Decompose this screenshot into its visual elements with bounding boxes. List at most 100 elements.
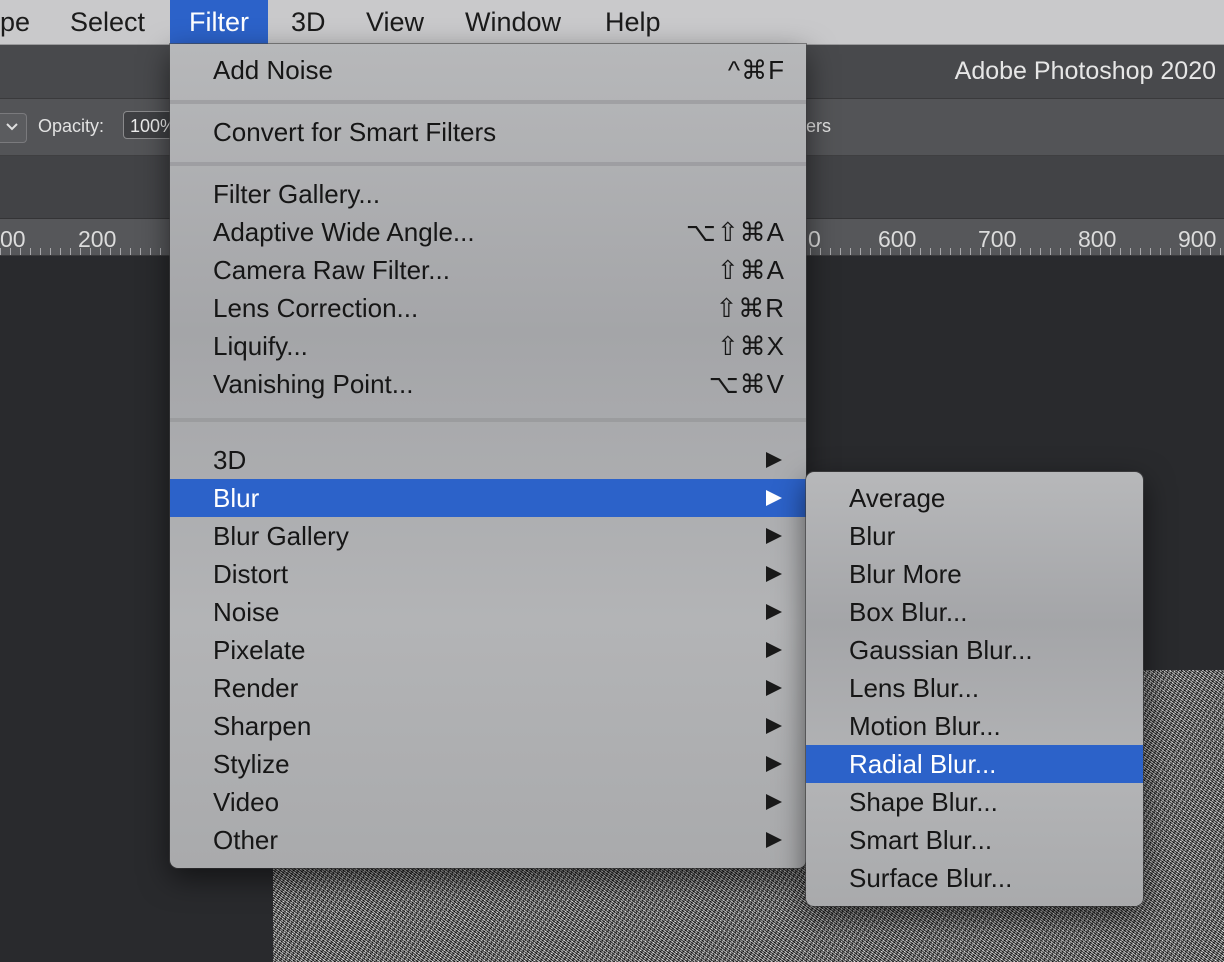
ruler-tick bbox=[150, 248, 151, 255]
blend-mode-dropdown[interactable] bbox=[0, 113, 27, 143]
menu-item-blur-gallery[interactable]: Blur Gallery bbox=[170, 517, 806, 555]
ruler-tick bbox=[1070, 248, 1071, 255]
submenu-item-motion-blur[interactable]: Motion Blur... bbox=[806, 707, 1143, 745]
ruler-tick bbox=[120, 248, 121, 255]
submenu-item-box-blur[interactable]: Box Blur... bbox=[806, 593, 1143, 631]
submenu-item-gaussian-blur[interactable]: Gaussian Blur... bbox=[806, 631, 1143, 669]
menu-item-camera-raw-filter[interactable]: Camera Raw Filter... ⇧⌘A bbox=[170, 251, 806, 289]
menubar-item-type[interactable]: pe bbox=[0, 0, 49, 44]
opacity-label: Opacity: bbox=[38, 116, 105, 136]
ruler-label: 200 bbox=[78, 226, 117, 252]
menu-item-label: Blur Gallery bbox=[213, 521, 349, 551]
menu-item-label: Vanishing Point... bbox=[213, 369, 414, 399]
menu-separator bbox=[170, 162, 806, 166]
menu-item-adaptive-wide-angle[interactable]: Adaptive Wide Angle... ⌥⇧⌘A bbox=[170, 213, 806, 251]
menu-item-shortcut: ⇧⌘X bbox=[716, 331, 785, 361]
menu-item-label: Motion Blur... bbox=[849, 711, 1001, 741]
ruler-tick bbox=[40, 248, 41, 255]
ruler-tick bbox=[950, 248, 951, 255]
menu-separator bbox=[170, 100, 806, 104]
ruler-tick bbox=[1050, 248, 1051, 255]
menubar-item-filter[interactable]: Filter bbox=[170, 0, 268, 44]
ruler-tick bbox=[1020, 248, 1021, 255]
ruler-tick bbox=[1130, 248, 1131, 255]
ruler-tick bbox=[60, 248, 61, 255]
menu-item-noise[interactable]: Noise bbox=[170, 593, 806, 631]
menu-item-label: Surface Blur... bbox=[849, 863, 1013, 893]
menu-item-distort[interactable]: Distort bbox=[170, 555, 806, 593]
app-title: Adobe Photoshop 2020 bbox=[954, 57, 1216, 85]
ruler-tick bbox=[1140, 248, 1141, 255]
ruler-tick bbox=[1220, 248, 1221, 255]
menu-item-label: Lens Blur... bbox=[849, 673, 980, 703]
menu-item-label: Liquify... bbox=[213, 331, 308, 361]
submenu-item-surface-blur[interactable]: Surface Blur... bbox=[806, 859, 1143, 897]
ruler-label: 600 bbox=[878, 226, 917, 252]
menu-item-vanishing-point[interactable]: Vanishing Point... ⌥⌘V bbox=[170, 365, 806, 403]
options-trailing-text: ers bbox=[806, 116, 832, 136]
menu-item-convert-smart-filters[interactable]: Convert for Smart Filters bbox=[170, 113, 806, 151]
submenu-item-blur-more[interactable]: Blur More bbox=[806, 555, 1143, 593]
menu-item-sharpen[interactable]: Sharpen bbox=[170, 707, 806, 745]
menu-item-other[interactable]: Other bbox=[170, 821, 806, 859]
submenu-item-smart-blur[interactable]: Smart Blur... bbox=[806, 821, 1143, 859]
menu-item-liquify[interactable]: Liquify... ⇧⌘X bbox=[170, 327, 806, 365]
ruler-tick bbox=[140, 248, 141, 255]
menu-item-render[interactable]: Render bbox=[170, 669, 806, 707]
menu-item-label: Other bbox=[213, 825, 279, 855]
ruler-tick bbox=[860, 248, 861, 255]
menu-item-label: Box Blur... bbox=[849, 597, 968, 627]
menu-item-label: Radial Blur... bbox=[849, 749, 997, 779]
menubar-item-view[interactable]: View bbox=[347, 0, 443, 44]
menu-item-label: Distort bbox=[213, 559, 289, 589]
ruler-tick bbox=[70, 248, 71, 255]
menu-item-stylize[interactable]: Stylize bbox=[170, 745, 806, 783]
menu-item-3d[interactable]: 3D bbox=[170, 441, 806, 479]
menu-item-shortcut: ^⌘F bbox=[727, 55, 785, 85]
ruler-label: 900 bbox=[1178, 226, 1217, 252]
menu-item-label: Sharpen bbox=[213, 711, 312, 741]
menu-separator bbox=[170, 418, 806, 422]
menu-item-add-noise[interactable]: Add Noise ^⌘F bbox=[170, 51, 806, 89]
submenu-item-shape-blur[interactable]: Shape Blur... bbox=[806, 783, 1143, 821]
ruler-tick bbox=[50, 248, 51, 255]
menu-item-label: Adaptive Wide Angle... bbox=[213, 217, 475, 247]
menubar-item-help[interactable]: Help bbox=[586, 0, 680, 44]
menu-item-label: Stylize bbox=[213, 749, 290, 779]
menu-item-shortcut: ⌥⌘V bbox=[708, 369, 785, 399]
submenu-item-blur[interactable]: Blur bbox=[806, 517, 1143, 555]
menu-item-label: Average bbox=[849, 483, 946, 513]
menu-item-shortcut: ⌥⇧⌘A bbox=[685, 217, 785, 247]
ruler-tick bbox=[1160, 248, 1161, 255]
ruler-label: 0 bbox=[808, 226, 821, 252]
menu-item-pixelate[interactable]: Pixelate bbox=[170, 631, 806, 669]
menu-item-label: Add Noise bbox=[213, 55, 333, 85]
ruler-tick bbox=[830, 248, 831, 255]
ruler-tick bbox=[30, 248, 31, 255]
menu-item-shortcut: ⇧⌘A bbox=[716, 255, 785, 285]
ruler-tick bbox=[840, 248, 841, 255]
ruler-tick bbox=[1060, 248, 1061, 255]
menu-item-label: Noise bbox=[213, 597, 280, 627]
submenu-item-radial-blur[interactable]: Radial Blur... bbox=[806, 745, 1143, 783]
ruler-tick bbox=[1030, 248, 1031, 255]
menu-item-blur[interactable]: Blur bbox=[170, 479, 806, 517]
menu-item-lens-correction[interactable]: Lens Correction... ⇧⌘R bbox=[170, 289, 806, 327]
ruler-label: 800 bbox=[1078, 226, 1117, 252]
menu-item-label: Blur More bbox=[849, 559, 962, 589]
menu-item-filter-gallery[interactable]: Filter Gallery... bbox=[170, 175, 806, 213]
menu-item-label: Gaussian Blur... bbox=[849, 635, 1033, 665]
menubar-item-window[interactable]: Window bbox=[446, 0, 580, 44]
menubar-item-3d[interactable]: 3D bbox=[272, 0, 345, 44]
menubar-item-select[interactable]: Select bbox=[51, 0, 164, 44]
ruler-tick bbox=[160, 248, 161, 255]
submenu-item-lens-blur[interactable]: Lens Blur... bbox=[806, 669, 1143, 707]
menu-item-label: Video bbox=[213, 787, 280, 817]
menu-item-video[interactable]: Video bbox=[170, 783, 806, 821]
ruler-tick bbox=[1120, 248, 1121, 255]
menu-item-label: Smart Blur... bbox=[849, 825, 993, 855]
menu-item-label: Filter Gallery... bbox=[213, 179, 381, 209]
ruler-tick bbox=[960, 248, 961, 255]
submenu-item-average[interactable]: Average bbox=[806, 479, 1143, 517]
menu-item-label: Pixelate bbox=[213, 635, 306, 665]
